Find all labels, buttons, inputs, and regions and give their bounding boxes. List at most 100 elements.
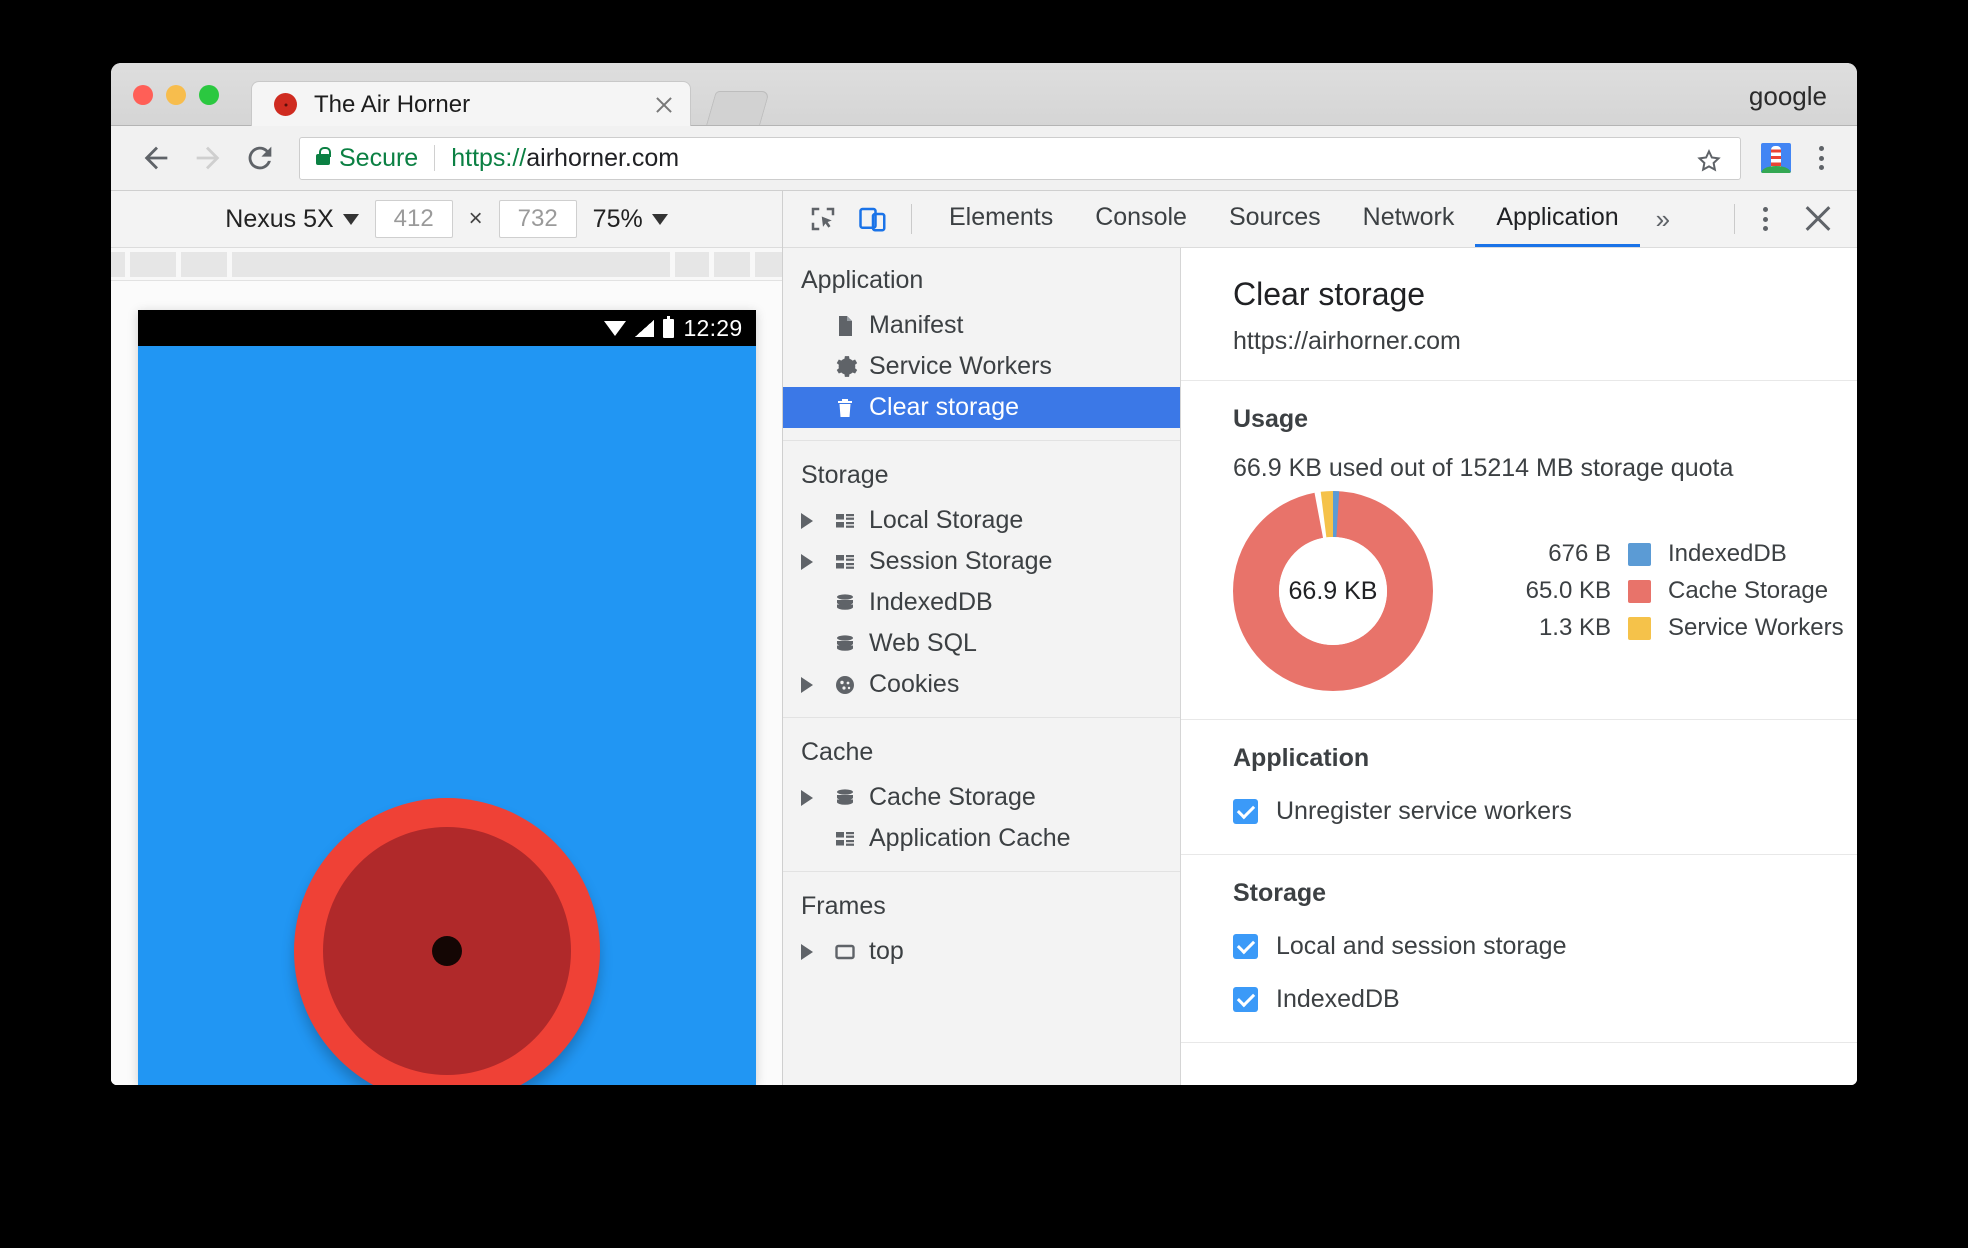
sidebar-item-service-workers[interactable]: Service Workers — [783, 346, 1180, 387]
storage-section-title: Storage — [1233, 879, 1327, 907]
bookmark-star-icon[interactable] — [1694, 146, 1724, 181]
window-titlebar: The Air Horner google — [111, 63, 1857, 127]
usage-donut-chart[interactable]: 66.9 KB — [1233, 491, 1433, 691]
inspect-element-icon[interactable] — [801, 197, 845, 241]
legend-swatch-cache-storage — [1628, 579, 1651, 603]
devtools-toolbar-right — [1724, 202, 1857, 236]
lock-icon — [316, 147, 331, 165]
expand-triangle-icon[interactable] — [801, 789, 827, 806]
lighthouse-tower — [1771, 146, 1781, 168]
tree-group-frames: Frames top — [783, 871, 1180, 972]
sidebar-item-top-frame[interactable]: top — [783, 931, 1180, 972]
database-icon — [827, 786, 863, 810]
airhorn-favicon — [274, 93, 297, 116]
sidebar-item-manifest[interactable]: Manifest — [783, 305, 1180, 346]
minimize-window-button[interactable] — [166, 85, 186, 105]
application-sidebar: Application Manifest Service Workers Cle… — [783, 248, 1181, 1085]
checkbox-row-unregister-service-workers[interactable]: Unregister service workers — [1233, 797, 1857, 826]
legend-item-service-workers: 1.3 KB Service Workers — [1489, 614, 1844, 642]
sidebar-item-label: Web SQL — [869, 629, 977, 657]
application-options-section: Application Unregister service workers — [1181, 720, 1857, 855]
toggle-device-toolbar-icon[interactable] — [851, 197, 895, 241]
forward-icon — [185, 135, 231, 181]
table-icon — [827, 550, 863, 574]
lighthouse-extension-icon[interactable] — [1761, 143, 1791, 173]
cookie-icon — [827, 673, 863, 697]
trash-icon — [827, 396, 863, 420]
sidebar-item-session-storage[interactable]: Session Storage — [783, 541, 1180, 582]
close-tab-icon[interactable] — [652, 93, 676, 117]
sidebar-item-cookies[interactable]: Cookies — [783, 664, 1180, 705]
air-horn-button[interactable] — [293, 798, 600, 1085]
media-query-ruler[interactable] — [111, 248, 782, 281]
donut-center-label: 66.9 KB — [1279, 537, 1387, 645]
expand-triangle-icon[interactable] — [801, 512, 827, 529]
tree-header-cache: Cache — [801, 738, 874, 766]
profile-name[interactable]: google — [1749, 81, 1827, 112]
table-icon — [827, 509, 863, 533]
sidebar-item-local-storage[interactable]: Local Storage — [783, 500, 1180, 541]
sidebar-item-label: Local Storage — [869, 506, 1024, 534]
air-horn-inner — [322, 827, 571, 1075]
devtools-menu-icon[interactable] — [1751, 205, 1779, 233]
toolbar-divider — [1734, 204, 1735, 234]
screenshot-stage: The Air Horner google Secure https://air… — [0, 0, 1968, 1248]
device-toolbar: Nexus 5X 412 × 732 75% — [111, 191, 782, 248]
tab-sources[interactable]: Sources — [1208, 191, 1342, 247]
expand-triangle-icon[interactable] — [801, 553, 827, 570]
zoom-selector[interactable]: 75% — [593, 205, 668, 234]
sidebar-item-cache-storage[interactable]: Cache Storage — [783, 777, 1180, 818]
tree-group-application: Application Manifest Service Workers Cle… — [783, 260, 1180, 428]
tab-network[interactable]: Network — [1342, 191, 1476, 247]
sidebar-item-application-cache[interactable]: Application Cache — [783, 818, 1180, 859]
emulated-page[interactable]: 12:29 — [137, 310, 756, 1085]
back-icon[interactable] — [133, 135, 179, 181]
tree-group-cache: Cache Cache Storage Application Cache — [783, 717, 1180, 859]
url-host: airhorner.com — [526, 143, 680, 172]
usage-section-title: Usage — [1233, 405, 1309, 433]
maximize-window-button[interactable] — [199, 85, 219, 105]
checkbox-local-session-storage[interactable] — [1233, 934, 1258, 959]
wifi-icon — [604, 320, 627, 337]
more-tabs-icon[interactable]: » — [1640, 204, 1686, 235]
sidebar-item-label: Clear storage — [869, 393, 1020, 421]
air-horn-center-dot — [431, 936, 462, 966]
new-tab-button[interactable] — [706, 91, 770, 125]
checkbox-label: Unregister service workers — [1276, 797, 1572, 825]
checkbox-indexeddb[interactable] — [1233, 987, 1258, 1012]
sidebar-item-clear-storage[interactable]: Clear storage — [783, 387, 1180, 428]
legend-value: 676 B — [1548, 540, 1611, 567]
close-window-button[interactable] — [133, 85, 153, 105]
expand-triangle-icon[interactable] — [801, 943, 827, 960]
sidebar-item-label: Cache Storage — [869, 783, 1036, 811]
sidebar-item-web-sql[interactable]: Web SQL — [783, 623, 1180, 664]
tab-console[interactable]: Console — [1074, 191, 1208, 247]
frame-icon — [827, 940, 863, 964]
checkbox-row-indexeddb[interactable]: IndexedDB — [1233, 985, 1857, 1014]
checkbox-unregister-service-workers[interactable] — [1233, 799, 1258, 824]
expand-triangle-icon[interactable] — [801, 676, 827, 693]
checkbox-row-local-session-storage[interactable]: Local and session storage — [1233, 932, 1857, 961]
device-viewport: 12:29 — [111, 281, 782, 1085]
viewport-height-input[interactable]: 732 — [498, 200, 577, 238]
sidebar-item-label: Session Storage — [869, 547, 1053, 575]
browser-menu-icon[interactable] — [1807, 144, 1835, 172]
sidebar-item-indexeddb[interactable]: IndexedDB — [783, 582, 1180, 623]
tab-application[interactable]: Application — [1475, 191, 1640, 247]
legend-swatch-service-workers — [1628, 616, 1651, 640]
reload-icon[interactable] — [237, 135, 283, 181]
tab-elements[interactable]: Elements — [928, 191, 1074, 247]
device-selector[interactable]: Nexus 5X — [225, 205, 359, 234]
browser-tab[interactable]: The Air Horner — [251, 81, 691, 127]
viewport-width-input[interactable]: 412 — [374, 200, 453, 238]
sidebar-item-label: IndexedDB — [869, 588, 993, 616]
usage-section: Usage 66.9 KB used out of 15214 MB stora… — [1181, 381, 1857, 720]
lighthouse-grass — [1761, 166, 1791, 173]
legend-swatch-indexeddb — [1628, 542, 1651, 566]
sidebar-item-label: Service Workers — [869, 352, 1052, 380]
clear-storage-panel: Clear storage https://airhorner.com Usag… — [1181, 248, 1857, 1085]
close-devtools-icon[interactable] — [1801, 202, 1835, 236]
dimension-separator: × — [468, 205, 483, 232]
address-bar[interactable]: Secure https://airhorner.com — [299, 136, 1741, 181]
devtools-pane: Elements Console Sources Network Applica… — [783, 191, 1857, 1085]
